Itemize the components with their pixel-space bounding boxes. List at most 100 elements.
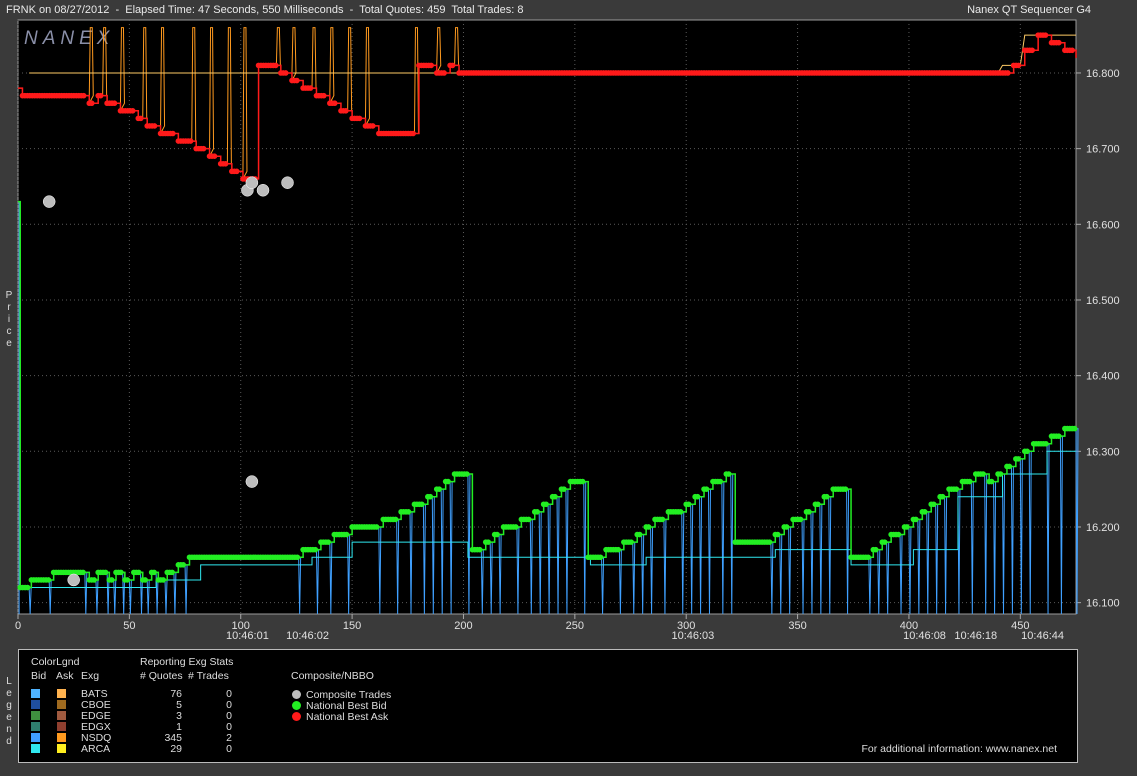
x-time-label: 10:46:44 (1021, 630, 1064, 642)
y-tick-label: 16.800 (1086, 68, 1120, 80)
y-tick-label: 16.400 (1086, 371, 1120, 383)
nbbo-bid-marker (694, 493, 701, 500)
nbbo-ask-marker (111, 100, 118, 107)
nbbo-bid-marker (881, 539, 888, 545)
nbbo-bid-marker (904, 524, 910, 530)
nbbo-bid-marker (930, 501, 937, 508)
nbbo-bid-marker (636, 531, 643, 538)
nbbo-bid-marker (151, 569, 157, 576)
legend-ask-swatch (57, 700, 66, 709)
x-tick-label: 0 (15, 620, 21, 632)
nbbo-bid-marker (160, 577, 167, 583)
nbbo-bid-marker (615, 546, 622, 553)
legend-ask-swatch (57, 689, 66, 698)
nbbo-bid-marker (872, 546, 879, 553)
x-time-label: 10:46:08 (903, 630, 946, 642)
nbbo-ask-marker (187, 138, 194, 144)
nbbo-ask-marker (222, 160, 229, 167)
nbbo-ask-marker (449, 62, 456, 69)
nbbo-bid-marker (717, 478, 724, 485)
nbbo-bid-marker (45, 577, 52, 583)
nbbo-ask-marker (370, 123, 376, 129)
y-axis-label-char: P (5, 290, 13, 301)
nbbo-ask-marker (1005, 70, 1011, 76)
nbbo-ask-marker (1042, 32, 1049, 38)
nbbo-bid-marker (108, 577, 115, 583)
nbbo-bid-marker (494, 531, 500, 538)
nbbo-bid-marker (427, 493, 434, 500)
nbbo-bid-marker (294, 554, 301, 561)
legend-col-exg: Exg (81, 670, 100, 682)
nbbo-ask-marker (1056, 39, 1062, 46)
x-tick-label: 200 (454, 620, 472, 632)
legend-ask-swatch (57, 722, 66, 731)
legend-side-char: g (6, 700, 12, 711)
nbbo-bid-marker (988, 478, 995, 485)
legend-side-char: e (6, 688, 12, 699)
nbbo-bid-marker (597, 554, 604, 561)
x-time-label: 10:46:18 (954, 630, 997, 642)
legend-col-ask: Ask (56, 670, 74, 682)
x-tick-label: 350 (788, 620, 806, 632)
legend-col-trades: # Trades (188, 670, 229, 682)
legend-bid-swatch (31, 722, 40, 731)
nbbo-bid-marker (806, 509, 812, 515)
nbbo-ask-marker (441, 70, 447, 76)
nbbo-ask-marker (137, 115, 144, 122)
legend-ask-swatch (57, 733, 66, 742)
nbbo-ask-marker (129, 108, 136, 114)
legend-footer: For additional information: www.nanex.ne… (861, 743, 1057, 755)
legend-bid-swatch (31, 733, 40, 742)
x-tick-label: 50 (123, 620, 135, 632)
legend-side-char: n (6, 724, 12, 735)
nbbo-bid-marker (1015, 456, 1022, 462)
nbbo-bid-marker (939, 493, 946, 500)
legend-bid-swatch (31, 689, 40, 698)
nanex-logo: NANEX (24, 28, 114, 49)
nbbo-bid-marker (476, 546, 483, 553)
nbbo-bid-marker (124, 577, 131, 583)
y-tick-label: 16.100 (1086, 598, 1120, 610)
nbbo-bid-marker (774, 531, 781, 538)
composite-trade-marker (67, 573, 80, 587)
nbbo-bid-marker (1024, 448, 1031, 455)
nbbo-bid-marker (343, 531, 350, 538)
nbbo-bid-marker (325, 539, 332, 545)
legend-ask-swatch (57, 711, 66, 720)
nbbo-bid-marker (953, 486, 960, 492)
nbbo-ask-marker (88, 100, 95, 107)
x-time-label: 10:46:01 (226, 630, 269, 642)
nbbo-bid-marker (80, 569, 86, 576)
nbbo-bid-marker (1043, 440, 1049, 447)
y-tick-label: 16.600 (1086, 219, 1120, 231)
nbbo-ask-marker (343, 108, 349, 114)
nbbo-bid-marker (464, 471, 470, 477)
nbbo-ask-marker (1015, 62, 1022, 69)
nbbo-bid-marker (579, 478, 586, 485)
nbbo-bid-marker (823, 493, 830, 500)
nbbo-bid-marker (169, 569, 175, 576)
legend-stats-title: Reporting Exg Stats (140, 656, 234, 668)
nbbo-bid-marker (966, 478, 973, 485)
legend-composite-marker (292, 712, 301, 721)
legend-side-char: L (6, 676, 12, 687)
composite-trade-marker (281, 176, 294, 189)
nbbo-ask-marker (211, 153, 218, 160)
nbbo-bid-marker (525, 516, 532, 523)
nbbo-bid-marker (842, 486, 849, 492)
nbbo-bid-marker (895, 531, 902, 538)
nbbo-bid-marker (921, 509, 928, 515)
legend-side-char: d (6, 736, 12, 747)
nbbo-ask-marker (282, 70, 289, 76)
composite-trade-marker (245, 475, 259, 488)
nbbo-bid-marker (645, 524, 652, 530)
nbbo-bid-marker (980, 471, 986, 477)
nbbo-ask-marker (97, 92, 104, 99)
nbbo-bid-marker (135, 569, 142, 576)
nbbo-ask-marker (356, 115, 363, 122)
y-axis-label-char: c (6, 326, 12, 337)
x-tick-label: 150 (343, 620, 361, 632)
nbbo-bid-marker (997, 471, 1004, 477)
nbbo-ask-marker (321, 92, 327, 99)
legend-panel: ColorLgnd Bid Ask Exg Reporting Exg Stat… (18, 649, 1078, 763)
